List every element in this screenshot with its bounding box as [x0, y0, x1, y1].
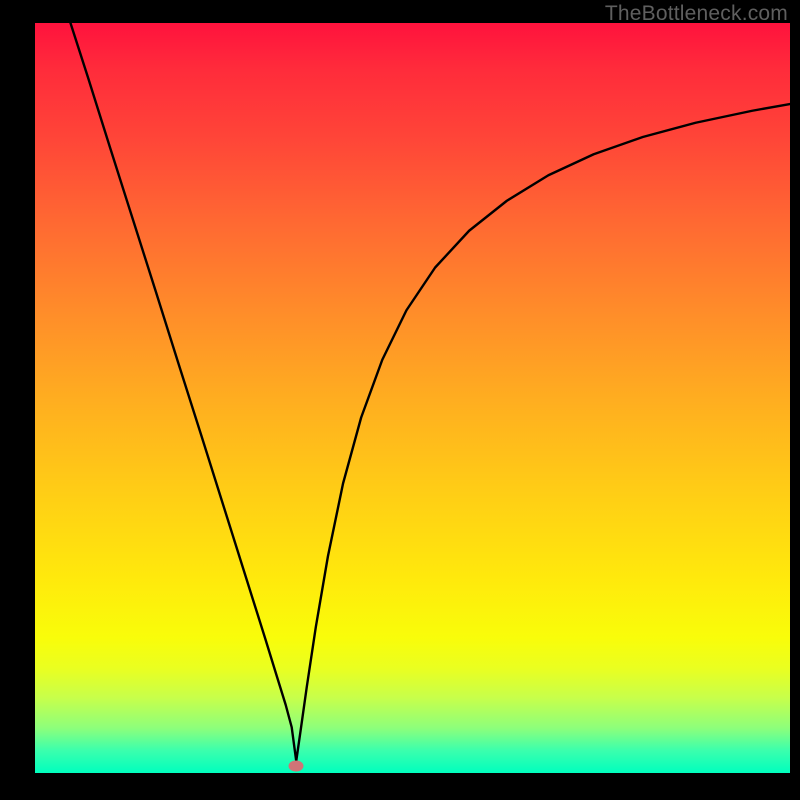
bottleneck-curve — [35, 23, 790, 773]
watermark-text: TheBottleneck.com — [605, 2, 788, 26]
plot-area — [35, 23, 790, 773]
chart-frame: TheBottleneck.com — [0, 0, 800, 800]
optimal-point-marker — [289, 761, 304, 772]
